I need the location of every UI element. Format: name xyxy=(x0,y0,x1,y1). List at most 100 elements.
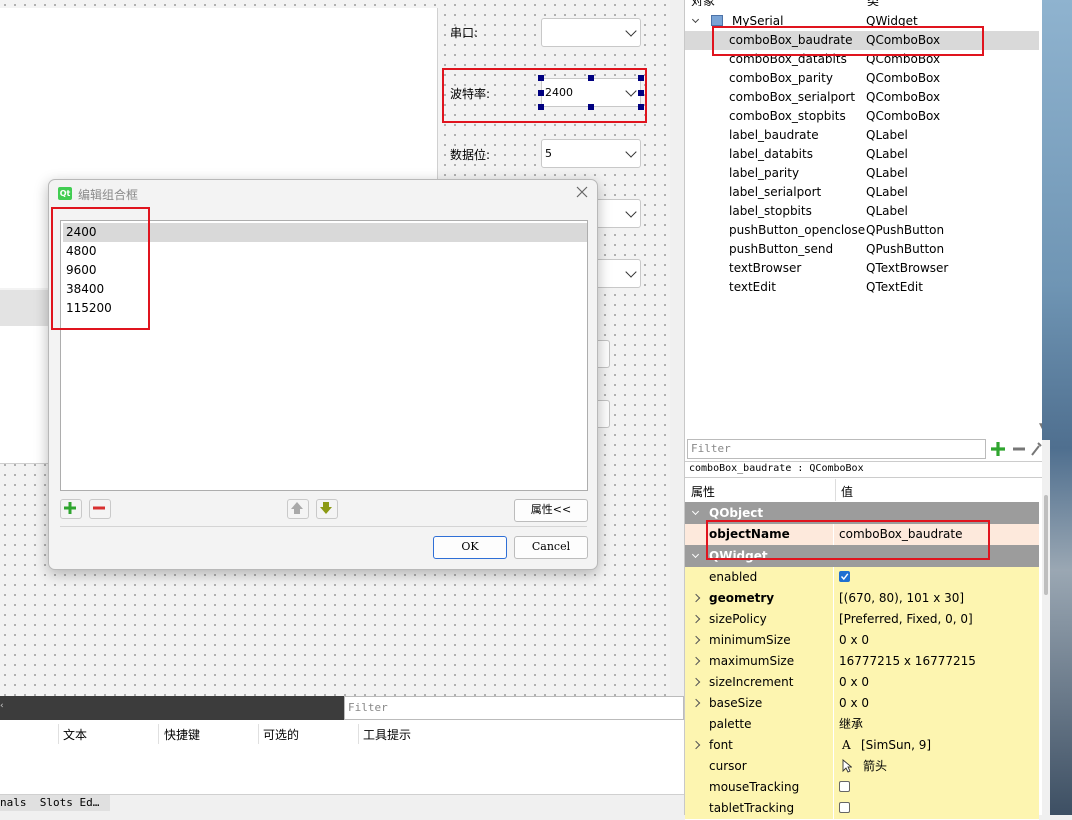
close-icon[interactable] xyxy=(575,185,589,199)
property-row-font[interactable]: font A [SimSun, 9] xyxy=(685,735,1039,757)
column-object[interactable]: 对象 xyxy=(691,0,715,6)
column-class[interactable]: 类 xyxy=(867,0,879,6)
open-close-button[interactable] xyxy=(596,340,610,368)
expand-arrow-icon[interactable] xyxy=(691,656,701,666)
resize-handle[interactable] xyxy=(538,104,544,110)
resize-handle[interactable] xyxy=(638,104,644,110)
expand-arrow-icon[interactable] xyxy=(691,593,701,603)
tree-row[interactable]: textBrowser QTextBrowser xyxy=(685,259,1039,278)
property-row-maximumsize[interactable]: maximumSize 16777215 x 16777215 xyxy=(685,651,1039,673)
collapse-arrow-icon xyxy=(691,507,700,516)
expand-arrow-icon[interactable] xyxy=(691,635,701,645)
property-row-cursor[interactable]: cursor 箭头 xyxy=(685,756,1039,778)
ok-button[interactable]: OK xyxy=(433,536,507,559)
expand-arrow-icon[interactable] xyxy=(691,677,701,687)
column-checkable[interactable]: 可选的 xyxy=(263,726,299,743)
tree-row[interactable]: comboBox_stopbits QComboBox xyxy=(685,107,1039,126)
resize-handle[interactable] xyxy=(588,104,594,110)
tree-row[interactable]: comboBox_databits QComboBox xyxy=(685,50,1039,69)
list-item[interactable]: 2400 xyxy=(63,223,587,242)
resize-handle[interactable] xyxy=(638,75,644,81)
tree-row[interactable]: comboBox_parity QComboBox xyxy=(685,69,1039,88)
column-property[interactable]: 属性 xyxy=(691,483,715,500)
property-row-tablettracking[interactable]: tabletTracking xyxy=(685,798,1039,820)
section-qobject[interactable]: QObject xyxy=(685,502,1039,524)
list-item[interactable]: 4800 xyxy=(63,242,587,261)
property-row-minimumsize[interactable]: minimumSize 0 x 0 xyxy=(685,630,1039,652)
add-item-button[interactable] xyxy=(60,499,82,519)
arrow-up-icon xyxy=(291,502,303,514)
resize-handle[interactable] xyxy=(588,75,594,81)
label-serialport: 串口: xyxy=(450,26,479,40)
chevron-down-icon xyxy=(625,85,637,97)
checkbox-checked[interactable] xyxy=(839,571,850,582)
move-up-button[interactable] xyxy=(287,499,309,519)
move-down-button[interactable] xyxy=(316,499,338,519)
qt-logo-icon: Qt xyxy=(58,187,72,200)
column-shortcut[interactable]: 快捷键 xyxy=(164,726,200,743)
chevron-down-icon xyxy=(625,146,637,158)
combo-serialport[interactable] xyxy=(541,18,641,47)
tree-row[interactable]: comboBox_baudrate QComboBox xyxy=(685,31,1039,50)
list-item[interactable]: 115200 xyxy=(63,299,587,318)
send-button[interactable] xyxy=(596,400,610,428)
minus-icon xyxy=(93,506,105,510)
minus-icon xyxy=(1013,447,1025,451)
property-row-geometry[interactable]: geometry [(670, 80), 101 x 30] xyxy=(685,588,1039,610)
resize-handle[interactable] xyxy=(638,90,644,96)
tree-row[interactable]: textEdit QTextEdit xyxy=(685,278,1039,297)
property-row-enabled[interactable]: enabled xyxy=(685,567,1039,589)
remove-item-button[interactable] xyxy=(89,499,111,519)
bottom-tabs[interactable]: nals Slots Ed… xyxy=(0,795,110,811)
combo-databits[interactable]: 5 xyxy=(541,139,641,168)
chevron-down-icon xyxy=(625,25,637,37)
section-qwidget[interactable]: QWidget xyxy=(685,545,1039,567)
scrollbar-thumb[interactable] xyxy=(1044,495,1048,595)
checkbox[interactable] xyxy=(839,781,850,792)
property-caption: comboBox_baudrate : QComboBox xyxy=(689,463,864,474)
property-filter-input[interactable]: Filter xyxy=(687,439,986,459)
object-inspector: 对象 类 MySerial QWidget comboBox_baudrateQ… xyxy=(684,0,1046,437)
tree-row[interactable]: pushButton_openclose QPushButton xyxy=(685,221,1039,240)
resize-handle[interactable] xyxy=(538,90,544,96)
column-tooltip[interactable]: 工具提示 xyxy=(363,726,411,743)
action-filter-input[interactable]: Filter xyxy=(344,696,684,720)
chevron-down-icon xyxy=(625,266,637,278)
collapse-arrow-icon xyxy=(691,15,700,24)
action-toolbar xyxy=(0,696,344,720)
checkbox[interactable] xyxy=(839,802,850,813)
tree-root-row[interactable]: MySerial QWidget xyxy=(685,12,1039,31)
tree-row[interactable]: label_parity QLabel xyxy=(685,164,1039,183)
tree-row[interactable]: pushButton_send QPushButton xyxy=(685,240,1039,259)
combo-baudrate[interactable]: 2400 xyxy=(541,78,641,107)
property-row-sizeincrement[interactable]: sizeIncrement 0 x 0 xyxy=(685,672,1039,694)
property-row-objectname[interactable]: objectName comboBox_baudrate xyxy=(685,524,1039,546)
items-list[interactable]: 2400 4800 9600 38400 115200 xyxy=(60,220,588,491)
list-item[interactable]: 9600 xyxy=(63,261,587,280)
tree-row[interactable]: comboBox_serialport QComboBox xyxy=(685,88,1039,107)
plus-icon xyxy=(64,502,76,514)
widget-icon xyxy=(711,15,723,26)
property-row-mousetracking[interactable]: mouseTracking xyxy=(685,777,1039,799)
column-value[interactable]: 值 xyxy=(841,483,853,500)
expand-arrow-icon[interactable] xyxy=(691,614,701,624)
expand-arrow-icon[interactable] xyxy=(691,740,701,750)
resize-handle[interactable] xyxy=(538,75,544,81)
property-row-sizepolicy[interactable]: sizePolicy [Preferred, Fixed, 0, 0] xyxy=(685,609,1039,631)
cancel-button[interactable]: Cancel xyxy=(514,536,588,559)
add-dynamic-property-button[interactable] xyxy=(989,440,1007,458)
tree-row[interactable]: label_serialport QLabel xyxy=(685,183,1039,202)
column-text[interactable]: 文本 xyxy=(63,726,87,743)
expand-arrow-icon[interactable] xyxy=(691,698,701,708)
configure-icon[interactable] xyxy=(1029,440,1043,458)
property-row-palette[interactable]: palette 继承 xyxy=(685,714,1039,736)
action-editor: ‹ Filter 文本 快捷键 可选的 工具提示 nals Slots Ed… xyxy=(0,696,684,815)
property-row-basesize[interactable]: baseSize 0 x 0 xyxy=(685,693,1039,715)
font-icon: A xyxy=(842,738,851,752)
tree-row[interactable]: label_stopbits QLabel xyxy=(685,202,1039,221)
list-item[interactable]: 38400 xyxy=(63,280,587,299)
tree-row[interactable]: label_baudrate QLabel xyxy=(685,126,1039,145)
remove-dynamic-property-button[interactable] xyxy=(1011,440,1027,458)
tree-row[interactable]: label_databits QLabel xyxy=(685,145,1039,164)
properties-toggle-button[interactable]: 属性<< xyxy=(514,499,588,522)
